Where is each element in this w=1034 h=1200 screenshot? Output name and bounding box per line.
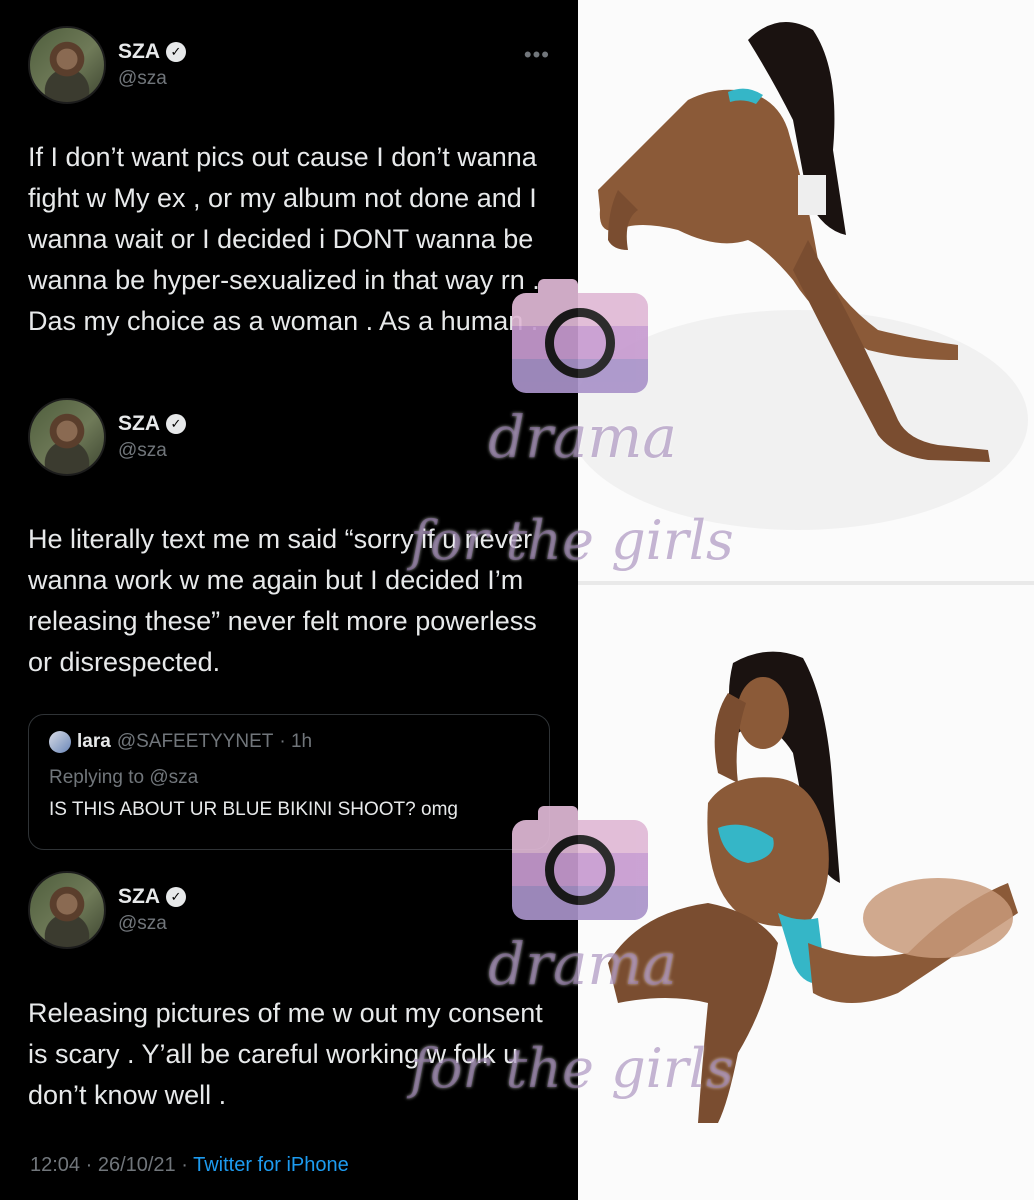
display-name[interactable]: SZA [118,885,160,909]
camera-icon [512,279,648,393]
quote-handle: @SAFEETYYNET [116,731,274,752]
handle[interactable]: @sza [118,440,186,462]
quoted-tweet[interactable]: lara @SAFEETYYNET · 1h Replying to @sza … [28,714,550,850]
quote-text: IS THIS ABOUT UR BLUE BIKINI SHOOT? omg [49,799,458,820]
avatar[interactable] [28,871,106,949]
camera-lens [545,308,615,378]
photo-top-illustration [578,0,1034,583]
tweet-2-header[interactable]: SZA ✓ @sza [28,398,186,476]
display-name[interactable]: SZA [118,412,160,436]
camera-icon [512,806,648,920]
quote-avatar [49,731,71,753]
tweet-1-header[interactable]: SZA ✓ @sza [28,26,186,104]
watermark-line-1: drama [488,930,678,998]
tweet-1-text: If I don’t want pics out cause I don’t w… [28,142,540,336]
avatar[interactable] [28,398,106,476]
display-name[interactable]: SZA [118,40,160,64]
timestamp-time[interactable]: 12:04 · 26/10/21 · [30,1154,193,1176]
tweet-timestamp[interactable]: 12:04 · 26/10/21 · Twitter for iPhone [30,1154,349,1177]
watermark-line-1: drama [488,403,678,471]
watermark-line-2: for the girls [410,1037,734,1100]
avatar[interactable] [28,26,106,104]
handle[interactable]: @sza [118,913,186,935]
photo-top[interactable] [578,0,1034,583]
tweet-thread: SZA ✓ @sza ••• If I don’t want pics out … [0,0,578,1200]
quote-display-name: lara [77,731,111,752]
tweet-3-header[interactable]: SZA ✓ @sza [28,871,186,949]
tweet-source-link[interactable]: Twitter for iPhone [193,1154,349,1176]
watermark-line-2: for the girls [410,509,734,572]
quote-replying-to: Replying to @sza [49,767,199,788]
camera-lens [545,835,615,905]
quote-time: · 1h [279,731,313,752]
more-icon[interactable]: ••• [524,42,550,68]
verified-icon: ✓ [166,887,186,907]
photo-divider [578,581,1034,585]
handle[interactable]: @sza [118,68,186,90]
verified-icon: ✓ [166,42,186,62]
verified-icon: ✓ [166,414,186,434]
